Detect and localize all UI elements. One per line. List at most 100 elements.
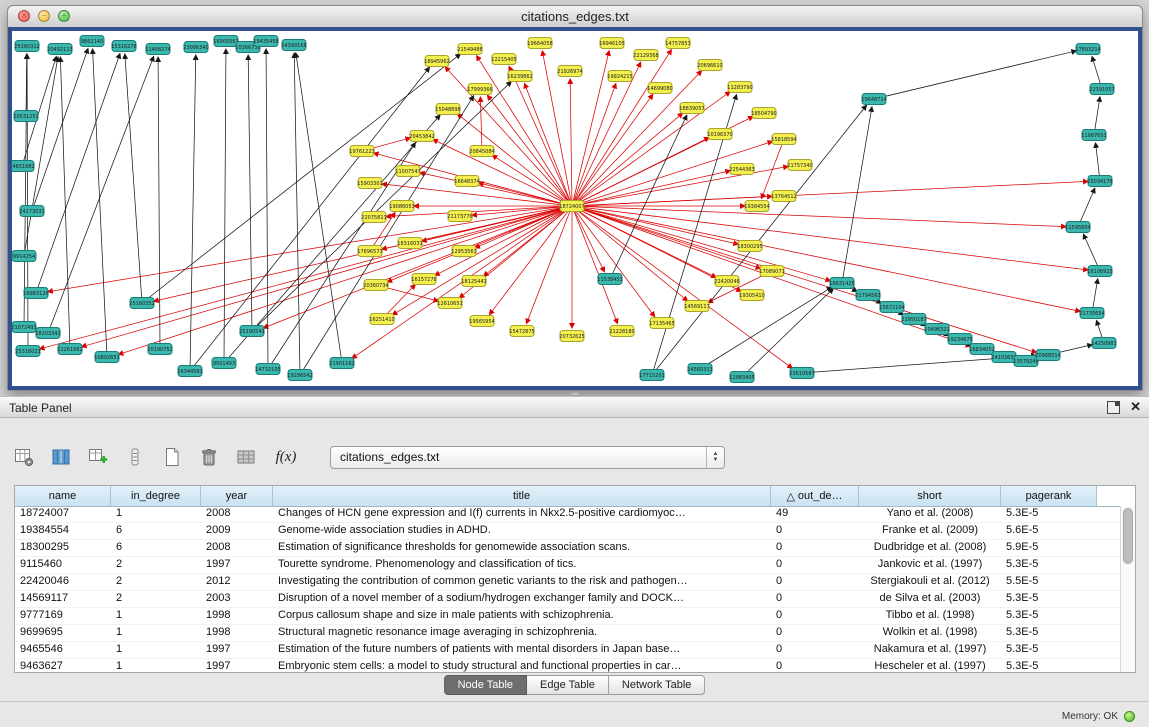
graph-node[interactable]: 19296542 (287, 370, 312, 381)
graph-node[interactable]: 12610651 (437, 298, 462, 309)
table-row[interactable]: 2242004622012Investigating the contribut… (15, 574, 1120, 591)
graph-node[interactable]: 14732105 (255, 364, 280, 375)
graph-node[interactable]: 22075811 (361, 212, 386, 223)
float-panel-icon[interactable] (1107, 401, 1120, 414)
graph-node[interactable]: 9501493 (212, 358, 236, 369)
graph-node[interactable]: 16239862 (507, 71, 532, 82)
column-header-out_de[interactable]: △out_de… (771, 486, 859, 506)
graph-node[interactable]: 21549488 (457, 44, 482, 55)
graph-node[interactable]: 16834052 (969, 344, 994, 355)
graph-node[interactable]: 22420046 (714, 276, 739, 287)
graph-node[interactable]: 14699080 (647, 83, 672, 94)
graph-node[interactable]: 21926974 (557, 66, 582, 77)
scrollbar-thumb[interactable] (1123, 508, 1133, 564)
graph-node[interactable]: 11595804 (1065, 222, 1090, 233)
graph-node[interactable]: 19664058 (527, 38, 552, 49)
graph-node[interactable]: 10196370 (707, 129, 732, 140)
graph-node[interactable]: 16344581 (177, 366, 202, 377)
graph-node[interactable]: 19761223 (349, 146, 374, 157)
graph-node[interactable]: 24399168 (281, 40, 306, 51)
graph-node[interactable]: 22129368 (633, 50, 658, 61)
close-panel-icon[interactable]: ✕ (1130, 400, 1141, 414)
graph-node[interactable]: 9862140 (80, 36, 104, 47)
graph-node[interactable]: 18125441 (461, 276, 486, 287)
graph-node[interactable]: 14569117 (684, 301, 709, 312)
row-height-button[interactable] (121, 443, 149, 471)
graph-node[interactable]: 19648714 (861, 94, 886, 105)
graph-node[interactable]: 21228180 (609, 326, 634, 337)
graph-node[interactable]: 18724007 (559, 201, 584, 212)
graph-node[interactable]: 20360734 (363, 280, 388, 291)
graph-node[interactable]: 9914254 (12, 251, 36, 262)
graph-node[interactable]: 11468274 (145, 44, 170, 55)
table-row[interactable]: 1830029562008Estimation of significance … (15, 540, 1120, 557)
graph-node[interactable]: 11007547 (395, 166, 420, 177)
graph-node[interactable]: 18504790 (751, 108, 776, 119)
graph-node[interactable]: 16251410 (369, 314, 394, 325)
graph-node[interactable]: 20732625 (559, 331, 584, 342)
graph-node[interactable]: 13764512 (771, 191, 796, 202)
graph-node[interactable]: 25034178 (1087, 176, 1112, 187)
graph-node[interactable]: 22261862 (57, 344, 82, 355)
new-column-button[interactable] (84, 443, 112, 471)
graph-node[interactable]: 21173776 (447, 211, 472, 222)
graph-node[interactable]: 17999366 (467, 84, 492, 95)
window-titlebar[interactable]: × − + citations_edges.txt (8, 6, 1142, 28)
graph-node[interactable]: 19565954 (469, 316, 494, 327)
table-row[interactable]: 946554611997Estimation of the future num… (15, 642, 1120, 659)
graph-node[interactable]: 25190541 (239, 326, 264, 337)
import-table-button[interactable] (232, 443, 260, 471)
graph-node[interactable]: 22544363 (729, 164, 754, 175)
graph-node[interactable]: 11283790 (727, 82, 752, 93)
table-row[interactable]: 1872400712008Changes of HCN gene express… (15, 506, 1120, 523)
table-row[interactable]: 1938455462009Genome-wide association stu… (15, 523, 1120, 540)
graph-node[interactable]: 20845084 (469, 146, 494, 157)
graph-node[interactable]: 22950187 (901, 314, 926, 325)
graph-node[interactable]: 19086053 (389, 201, 414, 212)
graph-node[interactable]: 16946105 (599, 38, 624, 49)
column-header-pagerank[interactable]: pagerank (1001, 486, 1097, 506)
table-row[interactable]: 977716911998Corpus callosum shape and si… (15, 608, 1120, 625)
graph-node[interactable]: 17135465 (649, 318, 674, 329)
graph-node[interactable]: 21072493 (12, 322, 37, 333)
memory-ok-indicator-icon[interactable] (1124, 711, 1135, 722)
graph-node[interactable]: 15818594 (771, 134, 796, 145)
graph-node[interactable]: 15472875 (509, 326, 534, 337)
table-vertical-scrollbar[interactable] (1120, 506, 1135, 672)
graph-node[interactable]: 10802651 (94, 352, 119, 363)
table-row[interactable]: 1456911722003Disruption of a novel membe… (15, 591, 1120, 608)
graph-node[interactable]: 11538451 (597, 274, 622, 285)
graph-node[interactable]: 17715201 (639, 370, 664, 381)
table-selector-combo[interactable]: citations_edges.txt ▲▼ (330, 446, 725, 469)
graph-node[interactable]: 16157278 (411, 274, 436, 285)
table-row[interactable]: 946362711997Embryonic stem cells: a mode… (15, 659, 1120, 672)
graph-node[interactable]: 19924215 (607, 71, 632, 82)
graph-node[interactable]: 15316278 (111, 41, 136, 52)
graph-node[interactable]: 18203341 (35, 328, 60, 339)
graph-node[interactable]: 19305410 (739, 290, 764, 301)
graph-node[interactable]: 25160352 (129, 298, 154, 309)
show-columns-button[interactable] (47, 443, 75, 471)
column-header-title[interactable]: title (273, 486, 771, 506)
graph-node[interactable]: 20696610 (697, 60, 722, 71)
graph-node[interactable]: 20531252 (13, 111, 38, 122)
graph-node[interactable]: 19435458 (253, 36, 278, 47)
delete-column-button[interactable] (195, 443, 223, 471)
column-header-year[interactable]: year (201, 486, 273, 506)
graph-node[interactable]: 12983405 (729, 372, 754, 383)
graph-node[interactable]: 18631425 (829, 278, 854, 289)
graph-node[interactable]: 20190752 (147, 344, 172, 355)
graph-node[interactable]: 16983128 (23, 288, 48, 299)
graph-node[interactable]: 16106925 (1087, 266, 1112, 277)
graph-node[interactable]: 21757340 (787, 160, 812, 171)
graph-node[interactable]: 18316031 (397, 238, 422, 249)
graph-node[interactable]: 11987653 (1081, 130, 1106, 141)
table-row[interactable]: 911546021997Tourette syndrome. Phenomeno… (15, 557, 1120, 574)
new-table-button[interactable] (158, 443, 186, 471)
graph-node[interactable]: 14250983 (1091, 338, 1116, 349)
graph-node[interactable]: 23610587 (789, 368, 814, 379)
graph-node[interactable]: 12215405 (491, 54, 516, 65)
graph-node[interactable]: 12953563 (451, 246, 476, 257)
tab-node-table[interactable]: Node Table (444, 675, 527, 695)
graph-node[interactable]: 18300295 (737, 241, 762, 252)
